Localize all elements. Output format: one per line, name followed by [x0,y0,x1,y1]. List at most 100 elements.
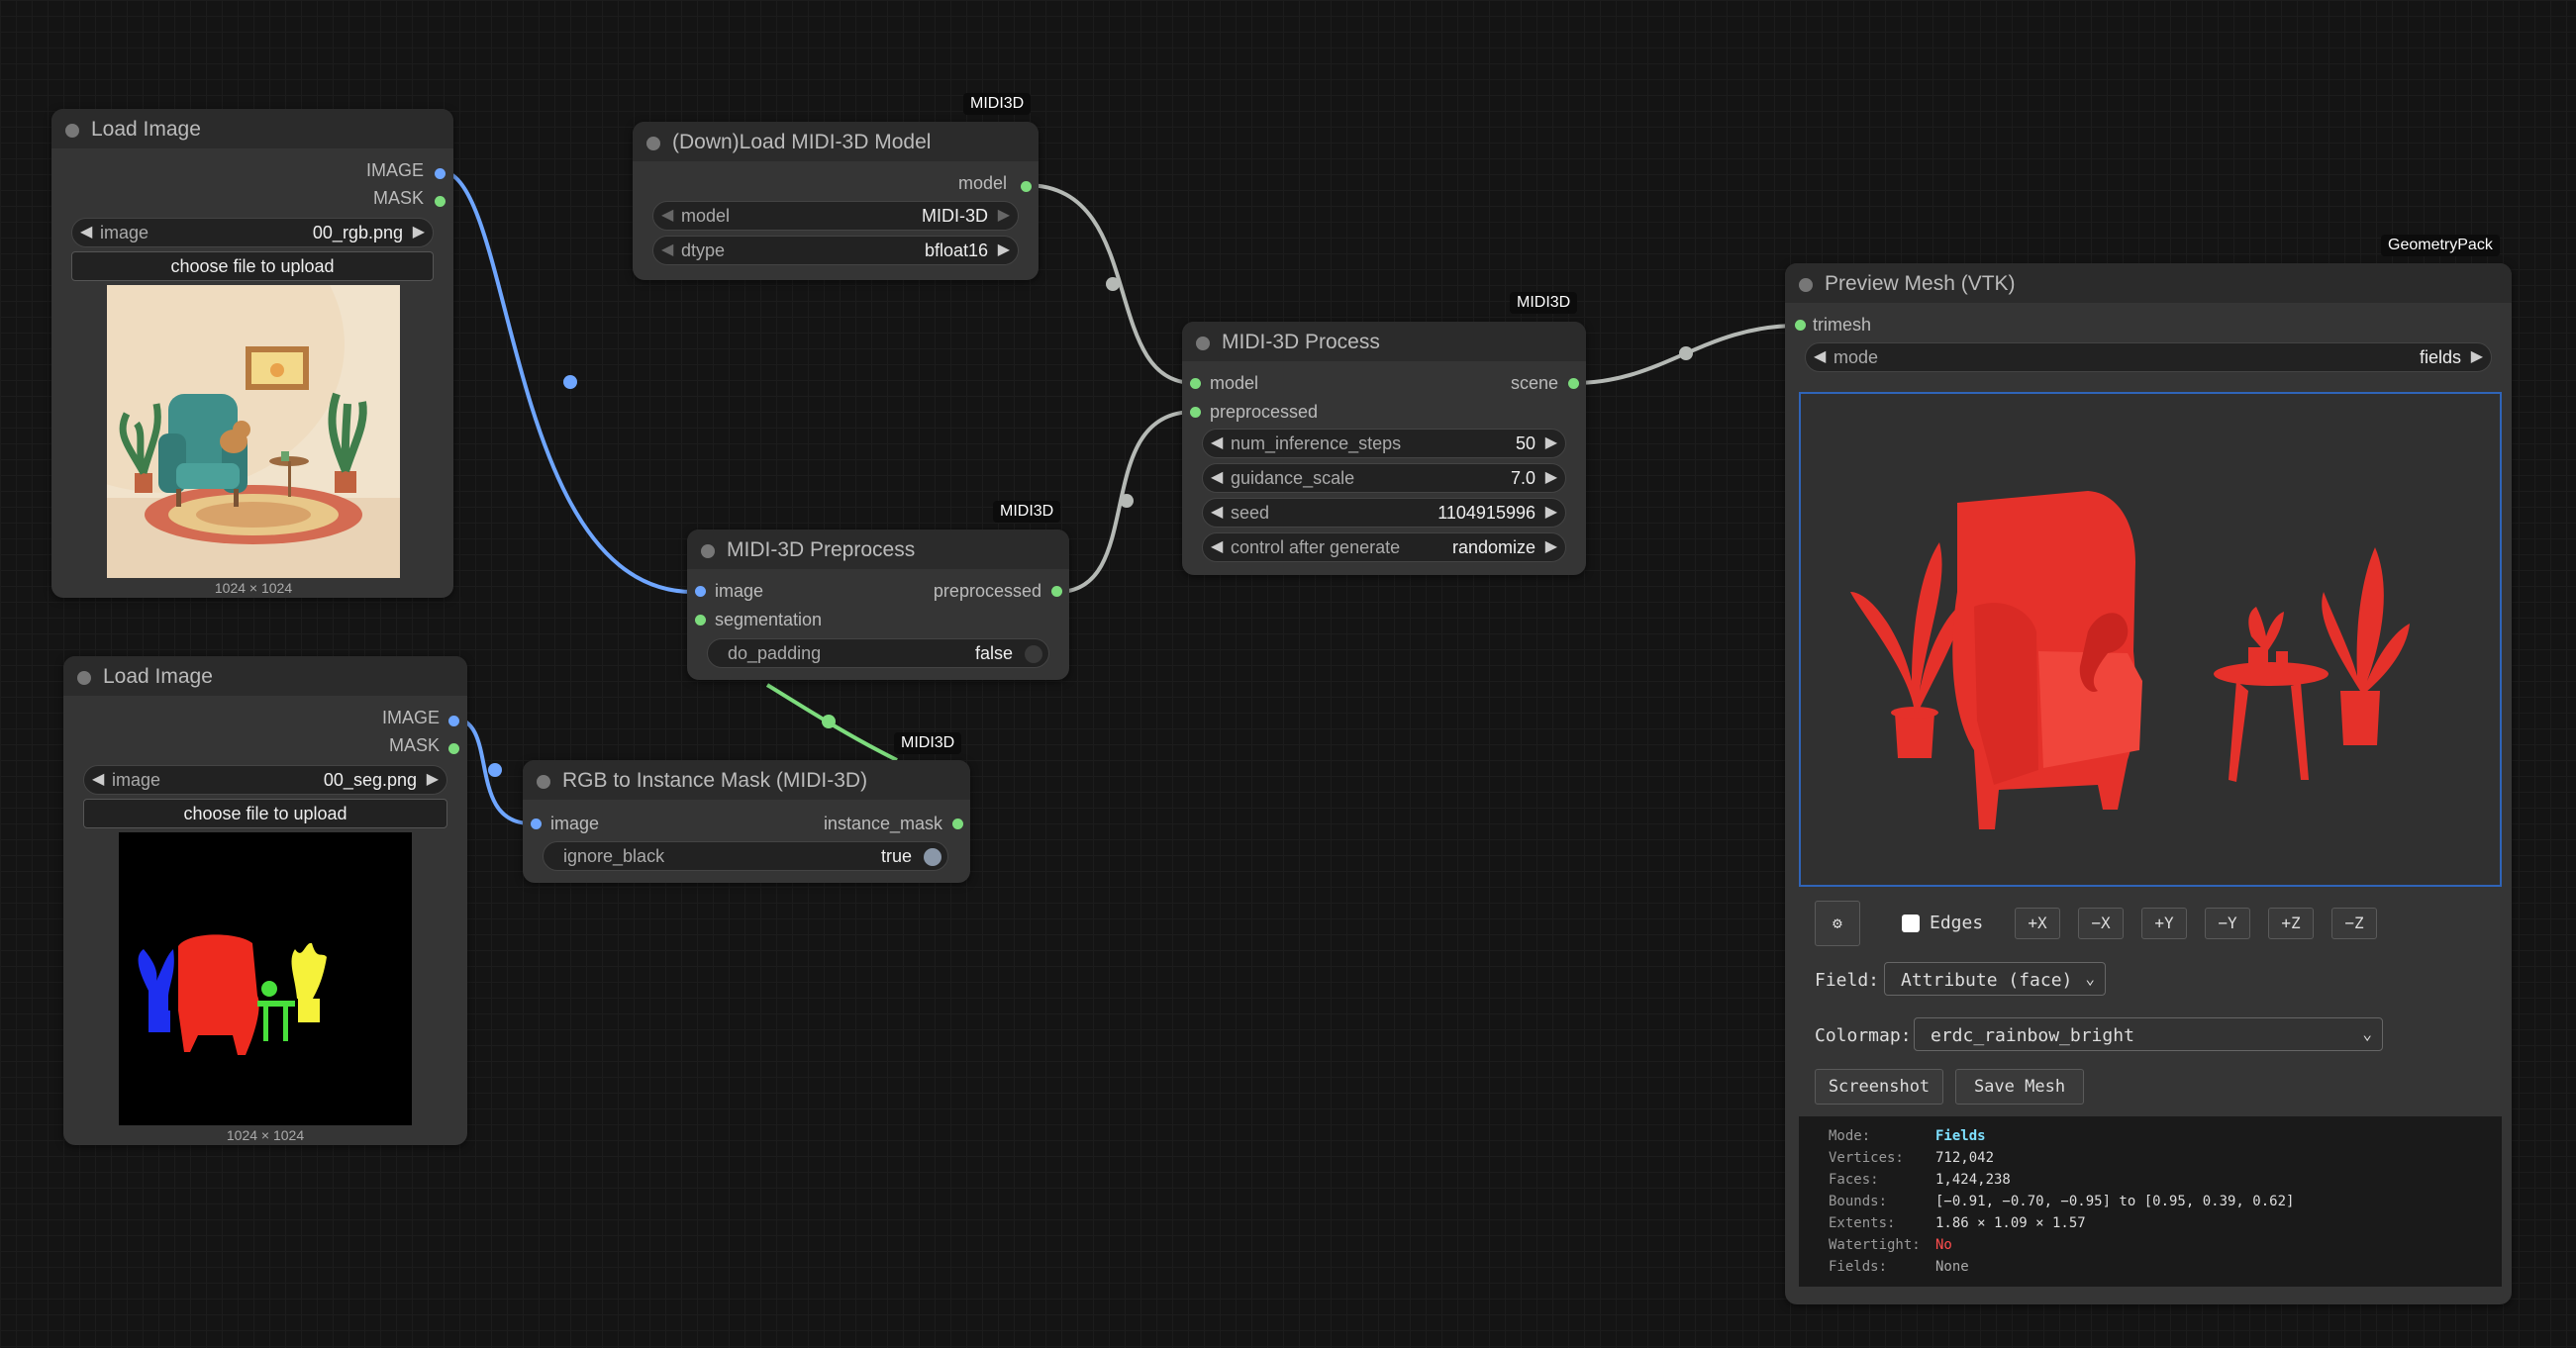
arrow-right-icon[interactable]: ▶ [2471,346,2483,366]
arrow-right-icon[interactable]: ▶ [413,222,425,241]
input-slot-image[interactable]: image [550,814,599,839]
output-slot-scene[interactable]: scene [1511,373,1558,399]
node-title-bar[interactable]: Load Image [51,109,453,148]
axis-minus-y-button[interactable]: −Y [2205,908,2250,939]
collapse-dot[interactable] [701,544,715,558]
guidance-scale-widget[interactable]: ◀ guidance_scale 7.0 ▶ [1202,463,1566,493]
collapse-dot[interactable] [65,124,79,138]
collapse-dot[interactable] [1799,278,1813,292]
node-title-bar[interactable]: MIDI-3D Process [1182,322,1586,361]
arrow-left-icon[interactable]: ◀ [1211,467,1223,487]
edges-checkbox[interactable] [1902,915,1920,932]
output-dot-image[interactable] [435,168,446,179]
node-title-bar[interactable]: Preview Mesh (VTK) [1785,263,2512,303]
link-midpoint[interactable] [1679,346,1693,360]
input-slot-preprocessed[interactable]: preprocessed [1210,402,1318,428]
collapse-dot[interactable] [77,671,91,685]
load-image-node-rgb[interactable]: Load Image IMAGE MASK ◀ image 00_rgb.png… [51,109,453,598]
arrow-left-icon[interactable]: ◀ [1211,536,1223,556]
do-padding-toggle[interactable]: do_padding false [707,638,1049,668]
node-title-bar[interactable]: RGB to Instance Mask (MIDI-3D) [523,760,970,800]
ignore-black-toggle[interactable]: ignore_black true [543,841,948,871]
node-title-bar[interactable]: MIDI-3D Preprocess [687,530,1069,569]
arrow-left-icon[interactable]: ◀ [661,240,673,259]
output-dot-scene[interactable] [1568,378,1579,389]
choose-file-button[interactable]: choose file to upload [71,251,434,281]
node-title-bar[interactable]: Load Image [63,656,467,696]
input-dot-trimesh[interactable] [1795,320,1806,331]
arrow-left-icon[interactable]: ◀ [92,769,104,789]
output-slot-mask[interactable]: MASK [373,188,424,214]
dtype-combo-widget[interactable]: ◀ dtype bfloat16 ▶ [652,236,1019,265]
rgb-to-instance-mask-node[interactable]: RGB to Instance Mask (MIDI-3D) image ins… [523,760,970,883]
axis-minus-x-button[interactable]: −X [2078,908,2124,939]
input-slot-image[interactable]: image [715,581,763,607]
arrow-right-icon[interactable]: ▶ [1545,536,1557,556]
load-midi3d-model-node[interactable]: (Down)Load MIDI-3D Model model ◀ model M… [633,122,1039,280]
midi3d-process-node[interactable]: MIDI-3D Process model preprocessed scene… [1182,322,1586,575]
arrow-right-icon[interactable]: ▶ [998,240,1010,259]
output-dot-mask[interactable] [435,196,446,207]
control-after-generate-widget[interactable]: ◀ control after generate randomize ▶ [1202,532,1566,562]
arrow-left-icon[interactable]: ◀ [1211,502,1223,522]
mode-combo-widget[interactable]: ◀ mode fields ▶ [1805,342,2492,372]
colormap-select[interactable]: erdc_rainbow_bright ⌄ [1914,1017,2383,1051]
arrow-left-icon[interactable]: ◀ [1211,433,1223,452]
output-dot-model[interactable] [1021,181,1032,192]
input-slot-model[interactable]: model [1210,373,1258,399]
output-slot-preprocessed[interactable]: preprocessed [934,581,1041,607]
axis-plus-x-button[interactable]: +X [2015,908,2060,939]
output-slot-model[interactable]: model [958,173,1007,199]
input-dot-preprocessed[interactable] [1190,407,1201,418]
input-slot-segmentation[interactable]: segmentation [715,610,822,635]
output-dot-mask[interactable] [448,743,459,754]
output-slot-image[interactable]: IMAGE [366,160,424,186]
output-dot-preprocessed[interactable] [1051,586,1062,597]
collapse-dot[interactable] [646,137,660,150]
screenshot-button[interactable]: Screenshot [1815,1069,1943,1105]
arrow-left-icon[interactable]: ◀ [1814,346,1826,366]
input-dot-image[interactable] [531,818,542,829]
link-midpoint[interactable] [822,715,836,728]
num-inference-steps-widget[interactable]: ◀ num_inference_steps 50 ▶ [1202,429,1566,458]
collapse-dot[interactable] [537,775,550,789]
preview-mesh-node[interactable]: Preview Mesh (VTK) trimesh ◀ mode fields… [1785,263,2512,1304]
load-image-node-seg[interactable]: Load Image IMAGE MASK ◀ image 00_seg.png… [63,656,467,1145]
arrow-left-icon[interactable]: ◀ [661,205,673,225]
node-title-bar[interactable]: (Down)Load MIDI-3D Model [633,122,1039,161]
arrow-right-icon[interactable]: ▶ [998,205,1010,225]
output-slot-image[interactable]: IMAGE [382,708,440,733]
arrow-right-icon[interactable]: ▶ [1545,433,1557,452]
output-dot-image[interactable] [448,716,459,726]
toggle-knob[interactable] [924,848,941,866]
arrow-right-icon[interactable]: ▶ [427,769,439,789]
field-select[interactable]: Attribute (face) ⌄ [1884,962,2106,996]
midi3d-preprocess-node[interactable]: MIDI-3D Preprocess image segmentation pr… [687,530,1069,680]
link-midpoint[interactable] [488,763,502,777]
arrow-right-icon[interactable]: ▶ [1545,502,1557,522]
model-combo-widget[interactable]: ◀ model MIDI-3D ▶ [652,201,1019,231]
node-graph-canvas[interactable]: Load Image IMAGE MASK ◀ image 00_rgb.png… [0,0,2576,1348]
output-slot-instance-mask[interactable]: instance_mask [824,814,942,839]
arrow-left-icon[interactable]: ◀ [80,222,92,241]
input-dot-image[interactable] [695,586,706,597]
toggle-knob[interactable] [1025,645,1042,663]
link-midpoint[interactable] [1106,277,1120,291]
settings-button[interactable]: ⚙ [1815,901,1860,946]
save-mesh-button[interactable]: Save Mesh [1955,1069,2084,1105]
seed-widget[interactable]: ◀ seed 1104915996 ▶ [1202,498,1566,528]
link-midpoint[interactable] [563,375,577,389]
vtk-3d-viewport[interactable] [1799,392,2502,887]
output-slot-mask[interactable]: MASK [389,735,440,761]
image-combo-widget[interactable]: ◀ image 00_rgb.png ▶ [71,218,434,247]
input-slot-trimesh[interactable]: trimesh [1813,315,1871,340]
input-dot-segmentation[interactable] [695,615,706,626]
output-dot-instance-mask[interactable] [952,818,963,829]
choose-file-button[interactable]: choose file to upload [83,799,447,828]
arrow-right-icon[interactable]: ▶ [1545,467,1557,487]
axis-plus-y-button[interactable]: +Y [2141,908,2187,939]
image-combo-widget[interactable]: ◀ image 00_seg.png ▶ [83,765,447,795]
axis-plus-z-button[interactable]: +Z [2268,908,2314,939]
collapse-dot[interactable] [1196,337,1210,350]
link-midpoint[interactable] [1120,494,1134,508]
